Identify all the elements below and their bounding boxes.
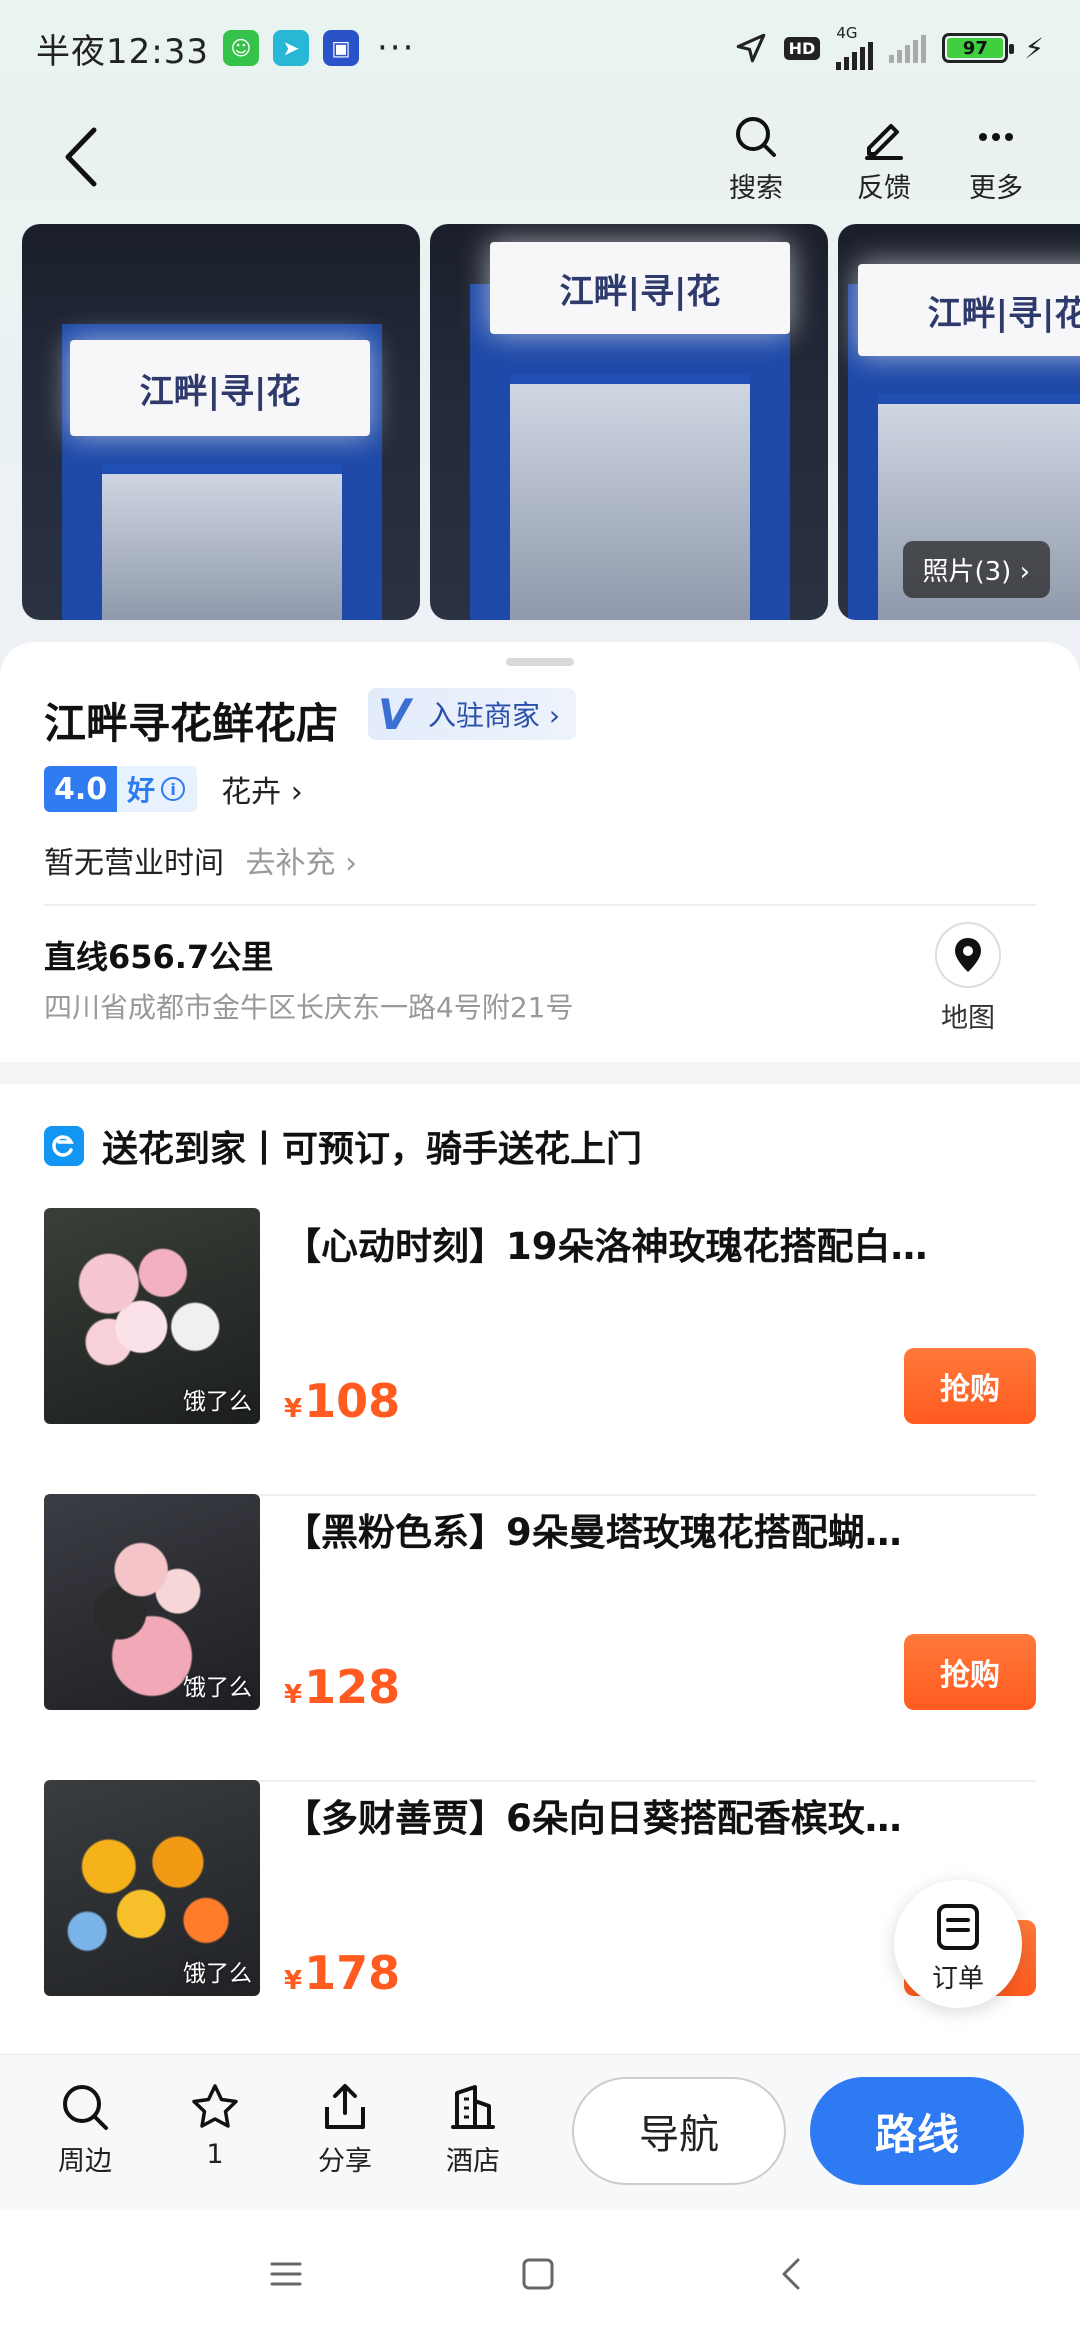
hotel-button[interactable]: 酒店 [428,2081,518,2178]
shop-name: 江畔寻花鲜花店 [44,699,339,748]
wechat-app-icon: ☺ [222,30,259,66]
eleme-logo-icon [44,1126,84,1166]
battery-icon: 97 [942,33,1015,63]
rating-row: 4.0 好 i 花卉 › [44,766,303,812]
favorite-button[interactable]: 1 [170,2081,260,2170]
status-time: 半夜12:33 [36,31,209,72]
status-more-icon: ··· [376,28,416,68]
more-button[interactable]: 更多 [946,112,1046,205]
location-arrow-icon [736,33,765,63]
merchant-badge[interactable]: V 入驻商家 › [368,688,577,740]
business-hours-row: 暂无营业时间 去补充 › [44,838,357,882]
product-name: 【心动时刻】19朵洛神玫瑰花搭配白… [284,1225,928,1268]
shop-sign: 江畔|寻|花 [490,242,790,334]
shop-photo-2[interactable]: 江畔|寻|花 [430,224,828,620]
product-item[interactable]: 饿了么 【多财善贾】6朵向日葵搭配香槟玫… ¥178 抢购 [44,1780,1036,2068]
share-button[interactable]: 分享 [300,2081,390,2178]
product-image[interactable]: 饿了么 [44,1208,260,1424]
status-bar: 半夜12:33 ☺ ➤ ▣ ··· HD 4G 97 ⚡ [0,0,1080,96]
navigate-button[interactable]: 导航 [572,2077,786,2185]
category-link[interactable]: 花卉 › [221,767,303,811]
location-pin-icon [955,938,981,972]
product-item[interactable]: 饿了么 【黑粉色系】9朵曼塔玫瑰花搭配蝴… ¥128 抢购 [44,1494,1036,1782]
send-app-icon: ➤ [272,30,309,66]
info-icon: i [161,777,186,801]
buy-button[interactable]: 抢购 [904,1634,1036,1710]
delivery-title: 送花到家丨可预订，骑手送花上门 [44,1120,642,1172]
search-icon [63,2085,108,2130]
signal-2-icon [889,33,927,63]
product-price: ¥128 [284,1660,401,1714]
signal-icon: 4G [836,26,874,70]
product-name: 【黑粉色系】9朵曼塔玫瑰花搭配蝴… [284,1511,902,1554]
bilibili-app-icon: ▣ [322,30,359,66]
bottom-action-bar: 周边 1 分享 酒店 导航 路线 [0,2054,1080,2210]
order-button[interactable]: 订单 [894,1880,1022,2008]
hotel-building-icon [451,2085,495,2129]
verified-v-icon: V [378,690,411,739]
product-price: ¥108 [284,1374,401,1428]
back-triangle-icon[interactable] [772,2254,812,2294]
nav-bar: 搜索 反馈 更多 [0,100,1080,210]
business-hours: 暂无营业时间 [44,846,224,881]
rating-score: 4.0 [44,766,118,812]
product-price: ¥178 [284,1946,401,2000]
product-image[interactable]: 饿了么 [44,1780,260,1996]
product-item[interactable]: 饿了么 【心动时刻】19朵洛神玫瑰花搭配白… ¥108 抢购 [44,1208,1036,1496]
map-button[interactable]: 地图 [930,922,1006,1035]
search-icon [736,117,776,157]
route-button[interactable]: 路线 [810,2077,1024,2185]
more-dots-icon [979,133,1013,141]
photo-gallery[interactable]: 江畔|寻|花 江畔|寻|花 江畔|寻|花 照片(3) › [22,224,1080,620]
photo-count-button[interactable]: 照片(3) › [902,541,1050,598]
charging-icon: ⚡ [1024,31,1044,65]
system-navigation-bar [0,2210,1080,2340]
add-hours-link[interactable]: 去补充 › [246,846,358,881]
nearby-button[interactable]: 周边 [40,2081,130,2178]
shop-photo-1[interactable]: 江畔|寻|花 [22,224,420,620]
chevron-left-icon [65,127,97,187]
menu-icon[interactable] [266,2254,306,2294]
home-square-icon[interactable] [518,2254,558,2294]
pencil-icon [865,124,903,160]
back-button[interactable] [56,122,116,192]
distance: 直线656.7公里 [44,938,274,976]
shop-sign: 江畔|寻|花 [858,264,1080,356]
drag-handle[interactable] [506,658,574,666]
search-button[interactable]: 搜索 [706,112,806,205]
feedback-button[interactable]: 反馈 [834,112,934,205]
share-icon [325,2084,365,2129]
rating-badge[interactable]: 好 i [117,766,198,812]
buy-button[interactable]: 抢购 [904,1348,1036,1424]
product-image[interactable]: 饿了么 [44,1494,260,1710]
divider [44,904,1036,906]
shop-info-card: 江畔寻花鲜花店 V 入驻商家 › 4.0 好 i 花卉 › 暂无营业时间 去补充… [0,642,1080,1062]
star-icon [192,2084,238,2128]
shop-sign: 江畔|寻|花 [70,340,370,436]
address: 四川省成都市金牛区长庆东一路4号附21号 [44,991,574,1024]
product-name: 【多财善贾】6朵向日葵搭配香槟玫… [284,1797,902,1840]
order-list-icon [937,1904,979,1950]
hd-badge: HD [783,36,821,60]
